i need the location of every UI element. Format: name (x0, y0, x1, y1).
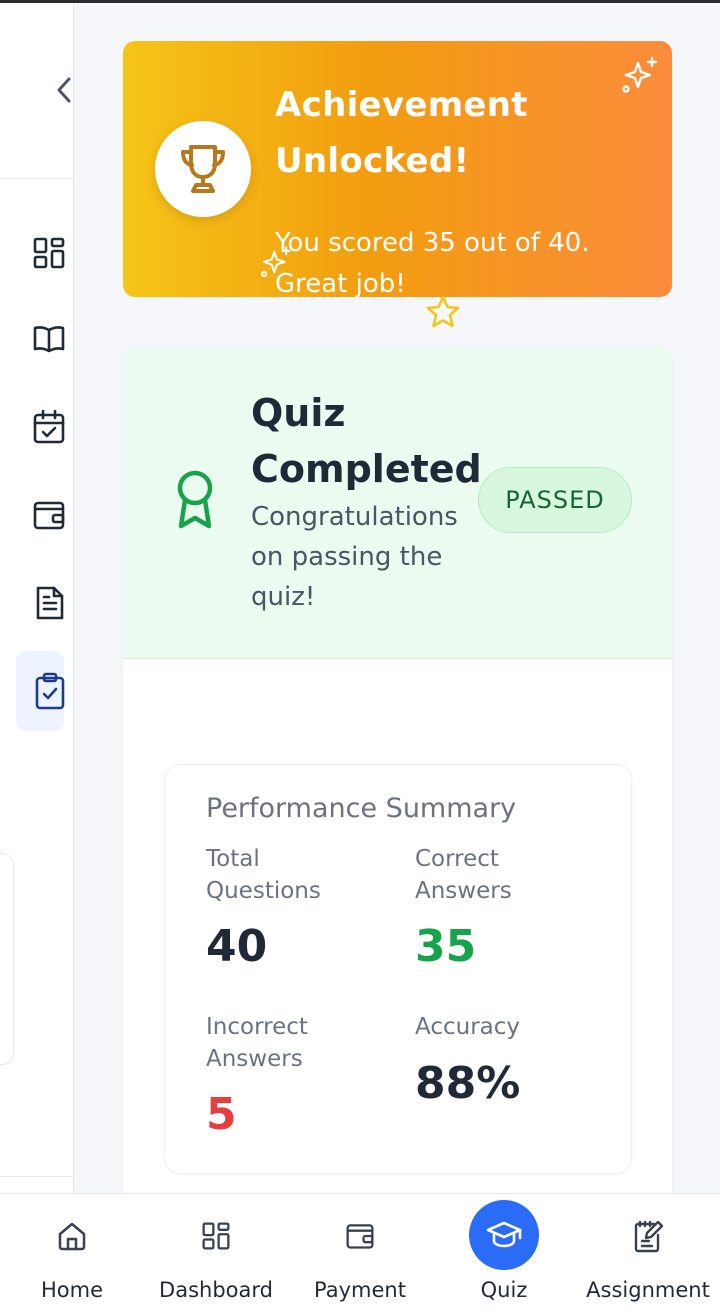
sidebar-panel-edge (0, 853, 14, 1065)
star-icon (426, 295, 460, 328)
sidebar-item-quiz[interactable] (16, 651, 65, 731)
book-icon (33, 326, 65, 353)
sidebar-item-assignments[interactable] (16, 563, 64, 643)
sidebar-item-dashboard[interactable] (16, 213, 65, 293)
sidebar-item-payment[interactable] (16, 475, 65, 555)
status-badge: PASSED (478, 467, 632, 533)
nav-assignment[interactable]: Assignment (576, 1194, 720, 1314)
stat-value-incorrect: 5 (206, 1089, 237, 1140)
edit-document-icon (634, 1220, 664, 1253)
sidebar-divider (0, 1176, 74, 1177)
dashboard-icon (202, 1222, 230, 1250)
quiz-title: Quiz Completed (251, 391, 482, 491)
stat-label-incorrect: Incorrect Answers (206, 1014, 308, 1072)
nav-label: Home (40, 1278, 103, 1302)
nav-label: Dashboard (159, 1278, 273, 1302)
stat-label-total: Total Questions (206, 846, 321, 904)
wallet-icon (346, 1224, 374, 1249)
quiz-subtitle: Congratulations on passing the quiz! (251, 502, 458, 612)
nav-label: Payment (314, 1278, 406, 1302)
stat-label-accuracy: Accuracy (415, 1014, 521, 1040)
document-icon (36, 586, 64, 620)
dashboard-icon (33, 237, 65, 269)
achievement-title: Achievement Unlocked! (275, 85, 528, 181)
sidebar-item-courses[interactable] (16, 299, 65, 379)
graduation-cap-icon (486, 1221, 522, 1248)
calendar-check-icon (33, 409, 65, 444)
nav-home[interactable]: Home (0, 1194, 144, 1314)
performance-summary: Performance Summary Total Questions 40 C… (164, 764, 632, 1174)
clipboard-check-icon (35, 672, 65, 710)
nav-dashboard[interactable]: Dashboard (144, 1194, 288, 1314)
chevron-left-icon (57, 77, 71, 103)
stat-value-correct: 35 (415, 921, 477, 972)
sparkles-icon (622, 56, 658, 93)
quiz-result-card: Quiz Completed Congratulations on passin… (123, 347, 672, 1207)
wallet-icon (33, 501, 65, 530)
achievement-banner: Achievement Unlocked! You scored 35 out … (123, 41, 672, 299)
stat-value-total: 40 (206, 921, 268, 972)
bottom-nav: Home Dashboard Payment Quiz Assignment (0, 1193, 720, 1314)
sidebar-item-schedule[interactable] (16, 387, 65, 467)
nav-payment[interactable]: Payment (288, 1194, 432, 1314)
trophy-badge (155, 121, 251, 217)
stat-value-accuracy: 88% (415, 1058, 521, 1109)
nav-label: Assignment (586, 1278, 710, 1302)
sidebar (0, 3, 74, 1195)
stat-label-correct: Correct Answers (415, 846, 512, 904)
home-icon (58, 1222, 86, 1251)
top-edge (0, 0, 720, 3)
sidebar-divider (0, 178, 74, 179)
sparkles-icon (260, 246, 291, 278)
achievement-message: You scored 35 out of 40. Great job! (275, 228, 590, 299)
trophy-icon (181, 145, 225, 193)
nav-quiz[interactable]: Quiz (432, 1194, 576, 1314)
quiz-result-header: Quiz Completed Congratulations on passin… (123, 347, 672, 659)
nav-label: Quiz (480, 1278, 528, 1302)
performance-title: Performance Summary (206, 793, 517, 824)
sidebar-collapse-button[interactable] (50, 73, 78, 107)
award-ribbon-icon (177, 470, 213, 529)
